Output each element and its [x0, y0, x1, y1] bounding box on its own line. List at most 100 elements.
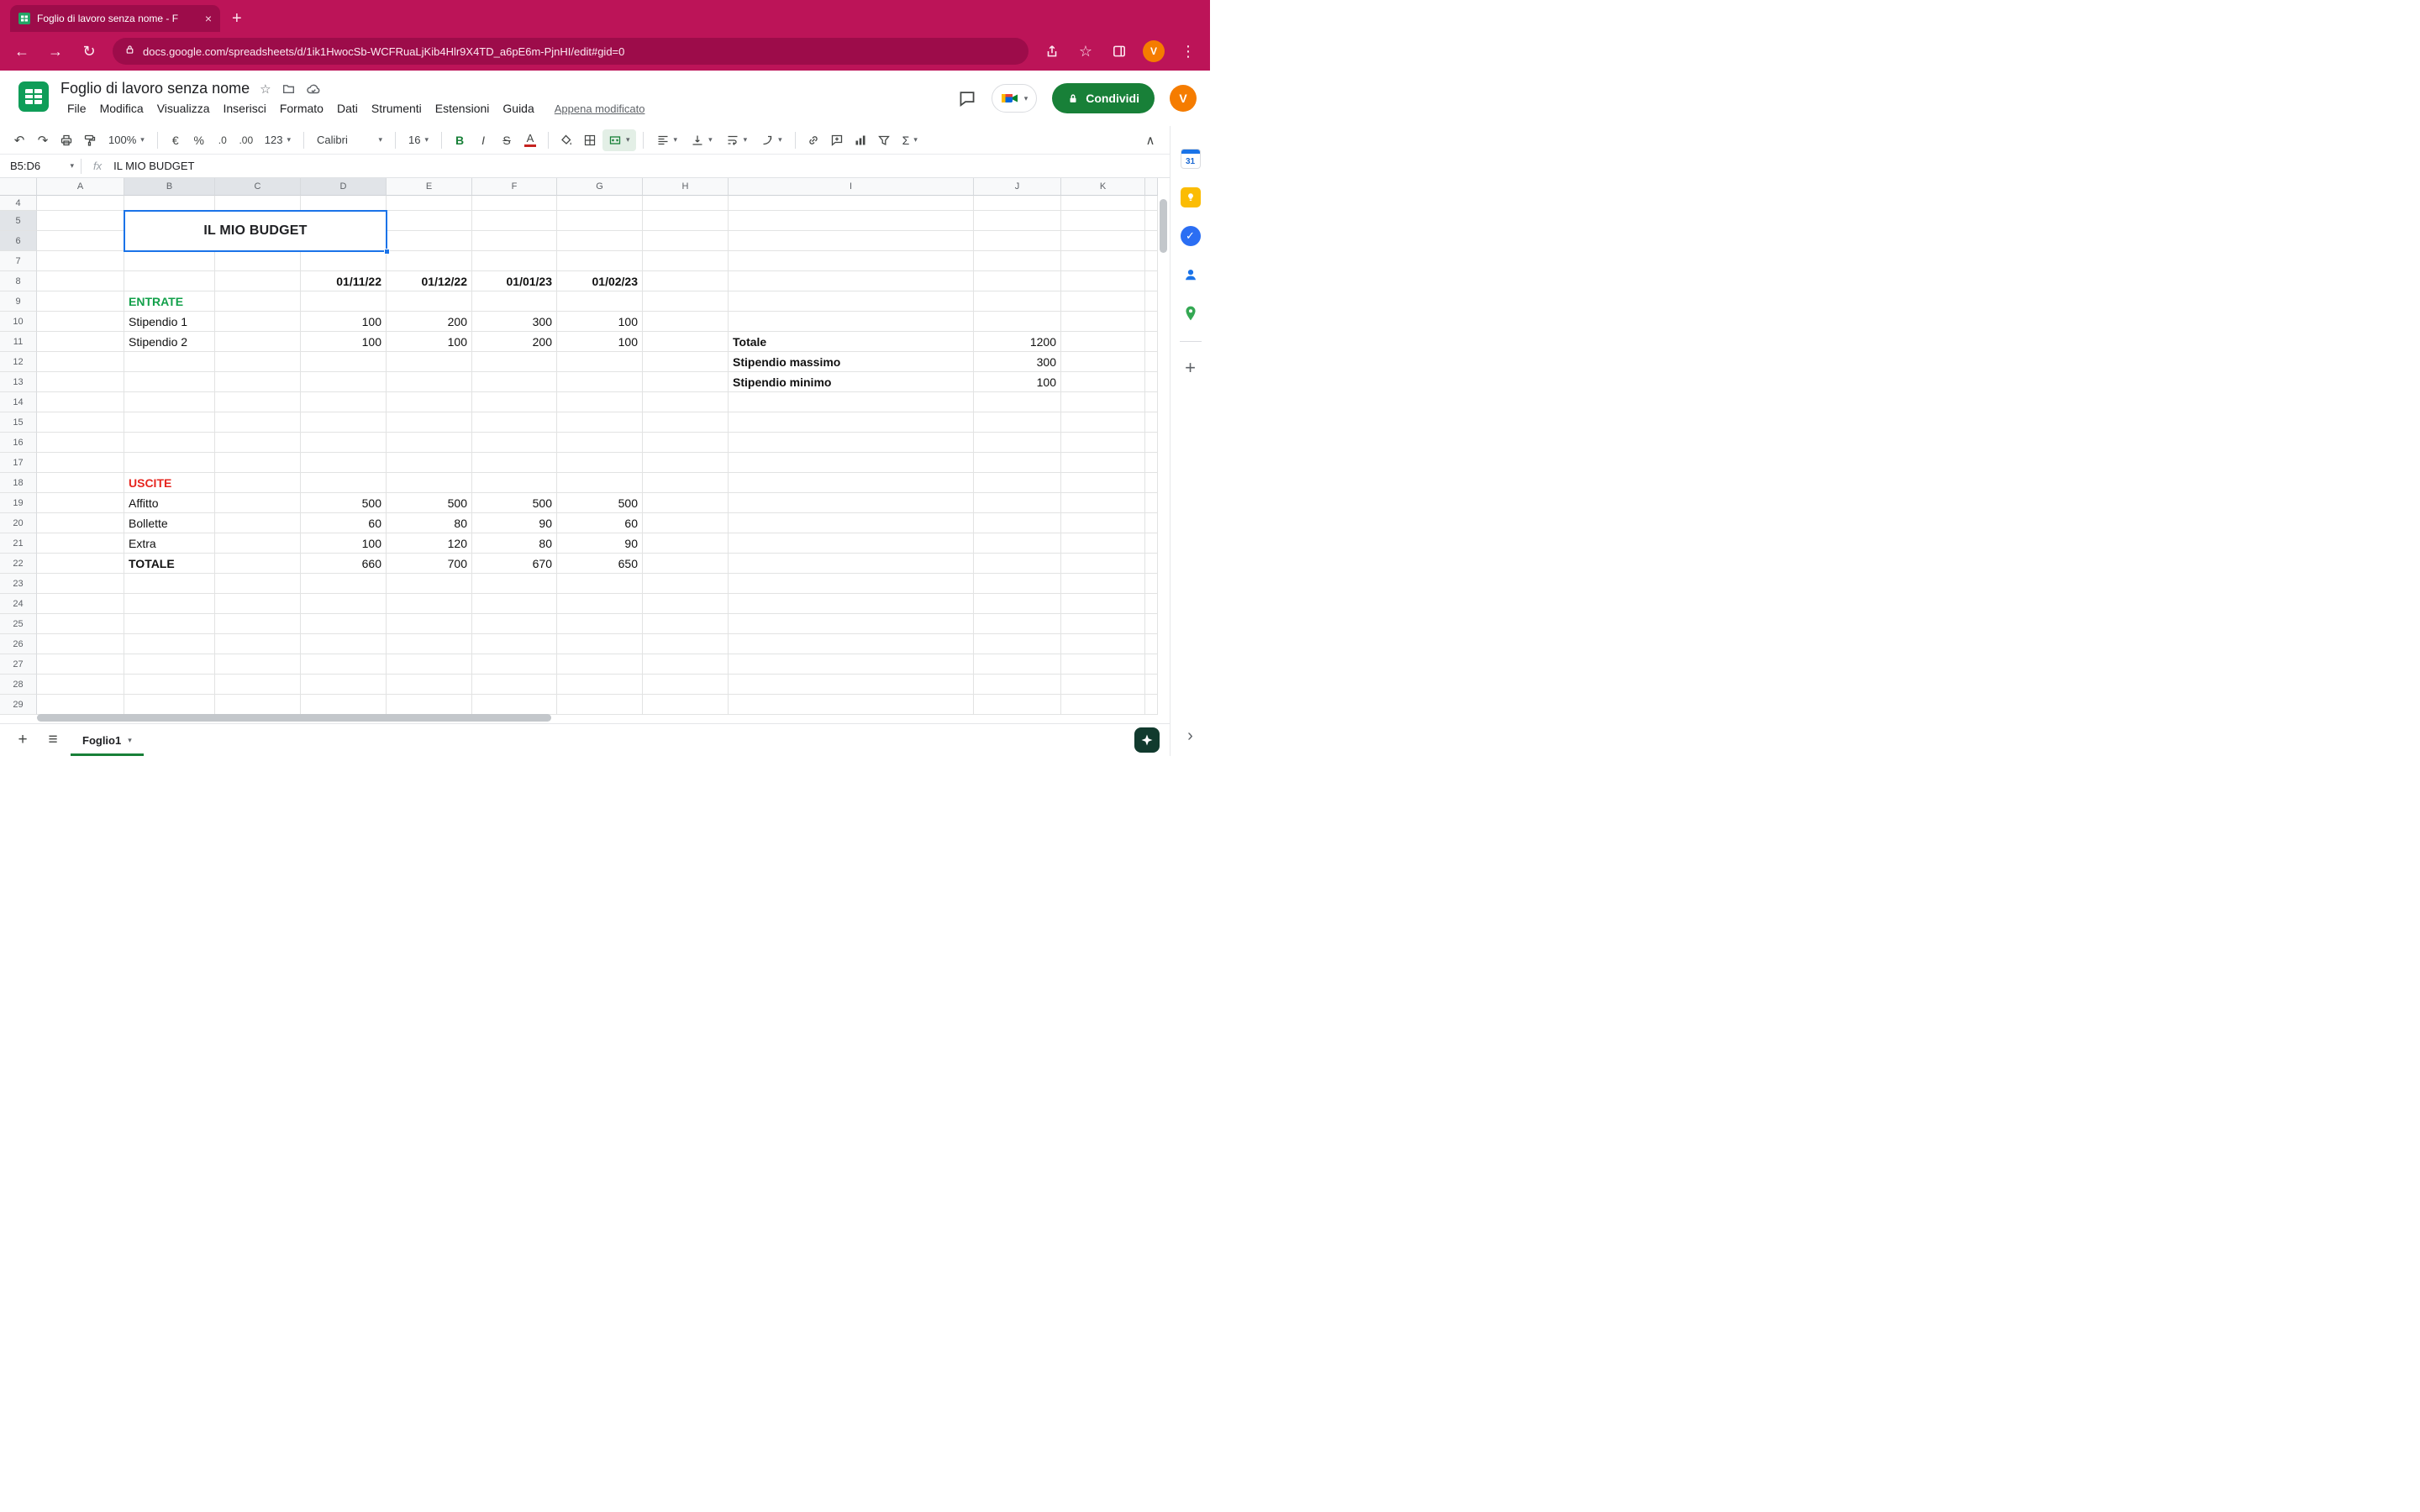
row-header-24[interactable]: 24 — [0, 594, 37, 614]
cell-I6[interactable] — [729, 231, 974, 251]
cell-H12[interactable] — [643, 352, 729, 372]
cell-E28[interactable] — [387, 675, 472, 695]
cell-A6[interactable] — [37, 231, 124, 251]
cell-I25[interactable] — [729, 614, 974, 634]
cell-E18[interactable] — [387, 473, 472, 493]
cell-G12[interactable] — [557, 352, 643, 372]
row-header-29[interactable]: 29 — [0, 695, 37, 715]
cell-G23[interactable] — [557, 574, 643, 594]
cell-J11[interactable]: 1200 — [974, 332, 1061, 352]
more-formats-button[interactable]: 123▾ — [259, 129, 297, 151]
redo-icon[interactable]: ↷ — [32, 129, 54, 151]
cell-A25[interactable] — [37, 614, 124, 634]
cell-G7[interactable] — [557, 251, 643, 271]
cell-H8[interactable] — [643, 271, 729, 291]
column-header-J[interactable]: J — [974, 178, 1061, 196]
formula-input[interactable]: IL MIO BUDGET — [113, 160, 194, 172]
cell-I12[interactable]: Stipendio massimo — [729, 352, 974, 372]
cell-J13[interactable]: 100 — [974, 372, 1061, 392]
cell-G16[interactable] — [557, 433, 643, 453]
cell-D10[interactable]: 100 — [301, 312, 387, 332]
get-addons-icon[interactable]: + — [1185, 359, 1196, 377]
cell-L15[interactable] — [1145, 412, 1158, 433]
menu-formato[interactable]: Formato — [273, 100, 330, 117]
cell-K28[interactable] — [1061, 675, 1145, 695]
text-rotation-button[interactable]: ▾ — [755, 129, 788, 151]
percent-format-button[interactable]: % — [188, 129, 210, 151]
cell-J9[interactable] — [974, 291, 1061, 312]
cell-F29[interactable] — [472, 695, 557, 715]
merged-cell-title[interactable]: IL MIO BUDGET — [203, 223, 307, 239]
row-header-13[interactable]: 13 — [0, 372, 37, 392]
cell-I21[interactable] — [729, 533, 974, 554]
column-header-L[interactable] — [1145, 178, 1158, 196]
row-header-21[interactable]: 21 — [0, 533, 37, 554]
insert-chart-icon[interactable] — [850, 129, 871, 151]
cell-A16[interactable] — [37, 433, 124, 453]
back-icon[interactable]: ← — [12, 41, 32, 61]
cell-E29[interactable] — [387, 695, 472, 715]
row-header-6[interactable]: 6 — [0, 231, 37, 251]
selected-range-overlay[interactable]: IL MIO BUDGET — [124, 210, 387, 252]
cell-J15[interactable] — [974, 412, 1061, 433]
fill-handle[interactable] — [384, 249, 390, 255]
cell-G24[interactable] — [557, 594, 643, 614]
borders-icon[interactable] — [579, 129, 601, 151]
cell-B10[interactable]: Stipendio 1 — [124, 312, 215, 332]
cell-B9[interactable]: ENTRATE — [124, 291, 215, 312]
row-header-28[interactable]: 28 — [0, 675, 37, 695]
cell-L28[interactable] — [1145, 675, 1158, 695]
add-sheet-icon[interactable]: + — [10, 727, 35, 753]
cell-I19[interactable] — [729, 493, 974, 513]
cell-I22[interactable] — [729, 554, 974, 574]
cell-E10[interactable]: 200 — [387, 312, 472, 332]
row-header-26[interactable]: 26 — [0, 634, 37, 654]
cell-I5[interactable] — [729, 211, 974, 231]
cell-K29[interactable] — [1061, 695, 1145, 715]
cell-L13[interactable] — [1145, 372, 1158, 392]
cell-J22[interactable] — [974, 554, 1061, 574]
meet-join-button[interactable]: ▾ — [992, 84, 1038, 113]
cell-G28[interactable] — [557, 675, 643, 695]
cell-J18[interactable] — [974, 473, 1061, 493]
decrease-decimals-button[interactable]: .0 — [212, 129, 234, 151]
row-header-5[interactable]: 5 — [0, 211, 37, 231]
strikethrough-button[interactable]: S — [496, 129, 518, 151]
cell-E25[interactable] — [387, 614, 472, 634]
cell-H25[interactable] — [643, 614, 729, 634]
row-header-11[interactable]: 11 — [0, 332, 37, 352]
cell-D27[interactable] — [301, 654, 387, 675]
cell-A22[interactable] — [37, 554, 124, 574]
cell-F10[interactable]: 300 — [472, 312, 557, 332]
cell-L7[interactable] — [1145, 251, 1158, 271]
cell-G8[interactable]: 01/02/23 — [557, 271, 643, 291]
cell-B11[interactable]: Stipendio 2 — [124, 332, 215, 352]
cell-J7[interactable] — [974, 251, 1061, 271]
cell-E22[interactable]: 700 — [387, 554, 472, 574]
cell-A18[interactable] — [37, 473, 124, 493]
font-size-select[interactable]: 16▾ — [402, 129, 434, 151]
cell-F4[interactable] — [472, 196, 557, 211]
cell-B22[interactable]: TOTALE — [124, 554, 215, 574]
cell-G27[interactable] — [557, 654, 643, 675]
vertical-align-button[interactable]: ▾ — [685, 129, 718, 151]
cell-C13[interactable] — [215, 372, 301, 392]
cell-B23[interactable] — [124, 574, 215, 594]
cell-C10[interactable] — [215, 312, 301, 332]
cell-G6[interactable] — [557, 231, 643, 251]
cell-F7[interactable] — [472, 251, 557, 271]
cell-D23[interactable] — [301, 574, 387, 594]
cell-H20[interactable] — [643, 513, 729, 533]
cell-G14[interactable] — [557, 392, 643, 412]
cell-L11[interactable] — [1145, 332, 1158, 352]
cell-J5[interactable] — [974, 211, 1061, 231]
cell-D24[interactable] — [301, 594, 387, 614]
cell-A21[interactable] — [37, 533, 124, 554]
cell-A5[interactable] — [37, 211, 124, 231]
row-header-17[interactable]: 17 — [0, 453, 37, 473]
cell-F17[interactable] — [472, 453, 557, 473]
cell-J29[interactable] — [974, 695, 1061, 715]
cell-L12[interactable] — [1145, 352, 1158, 372]
cell-B16[interactable] — [124, 433, 215, 453]
cell-J17[interactable] — [974, 453, 1061, 473]
